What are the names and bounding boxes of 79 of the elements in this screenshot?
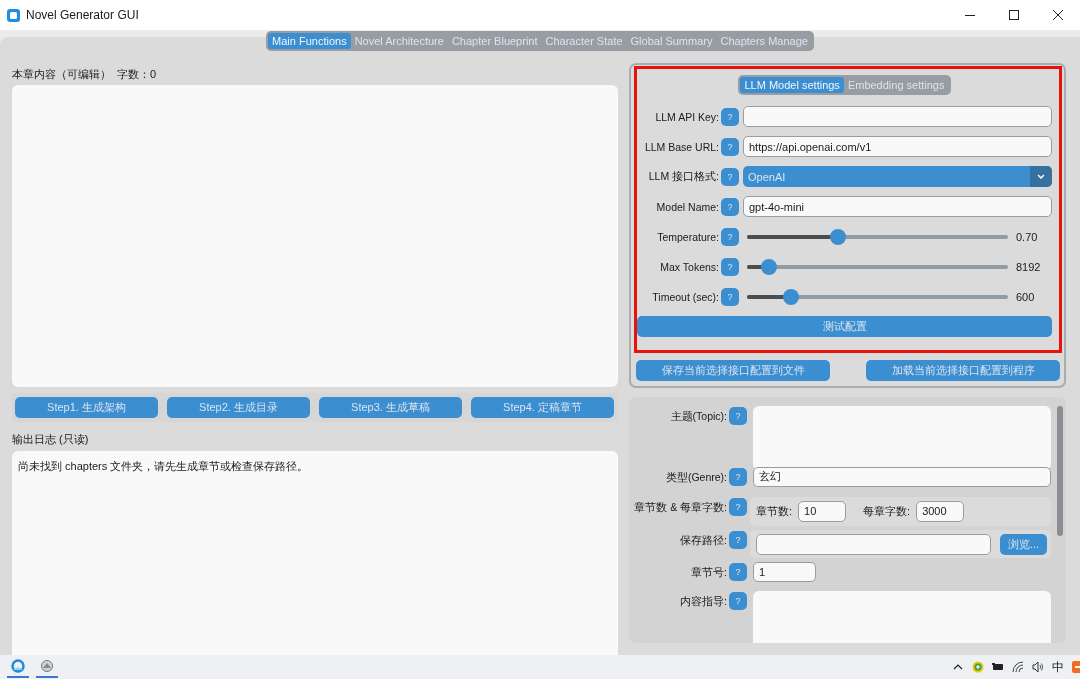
browse-button[interactable]: 浏览... <box>1000 533 1047 555</box>
text-field[interactable]: 1 <box>753 562 816 583</box>
slider[interactable] <box>747 228 1008 245</box>
step-button[interactable]: Step1. 生成架构 <box>15 397 158 418</box>
slider-value: 600 <box>1016 290 1036 303</box>
field-label: Model Name: <box>655 200 719 213</box>
field-label: 章节号: <box>690 565 727 581</box>
field-label: Timeout (sec): <box>651 290 719 303</box>
slider-value: 0.70 <box>1016 230 1039 243</box>
battery-icon[interactable] <box>992 661 1004 673</box>
field-label: LLM Base URL: <box>643 140 719 153</box>
volume-icon[interactable] <box>1032 661 1044 673</box>
path-field[interactable] <box>756 533 991 555</box>
field-label: 主题(Topic): <box>669 409 727 424</box>
help-button[interactable]: ? <box>721 257 739 276</box>
log-message: 尚未找到 chapters 文件夹，请先生成章节或检查保存路径。 <box>18 460 309 472</box>
field-label: 内容指导: <box>679 594 727 610</box>
field-label: 类型(Genre): <box>664 469 727 485</box>
help-button[interactable]: ? <box>729 592 747 611</box>
field-label: Temperature: <box>656 230 719 243</box>
field-label: 每章字数: <box>863 503 911 519</box>
tab[interactable]: Chapters Manage <box>716 33 812 49</box>
app-circle-icon[interactable] <box>11 659 25 673</box>
text-field[interactable] <box>743 106 1052 127</box>
field-label: 章节数: <box>756 503 793 519</box>
help-button[interactable]: ? <box>729 467 747 486</box>
tab[interactable]: Embedding settings <box>843 77 949 93</box>
slider-thumb[interactable] <box>783 288 800 305</box>
help-button[interactable]: ? <box>721 137 739 156</box>
maximize-icon[interactable] <box>1009 10 1019 20</box>
help-button[interactable]: ? <box>721 107 739 126</box>
tab[interactable]: Chapter Blueprint <box>447 33 542 49</box>
help-button[interactable]: ? <box>721 167 739 186</box>
field-label: 保存路径: <box>679 533 727 549</box>
text-field[interactable]: gpt-4o-mini <box>743 196 1052 217</box>
text-field[interactable]: https://api.openai.com/v1 <box>743 136 1052 157</box>
field-label: LLM 接口格式: <box>647 169 719 184</box>
editor-label: 本章内容（可编辑） 字数：0 <box>12 67 158 81</box>
tab[interactable]: LLM Model settings <box>740 77 844 93</box>
tab[interactable]: Global Summary <box>626 33 717 49</box>
help-button[interactable]: ? <box>729 563 747 582</box>
dropdown[interactable]: OpenAI <box>743 166 1052 187</box>
app-globe-icon[interactable] <box>40 659 54 673</box>
slider[interactable] <box>747 258 1008 275</box>
field-label: Max Tokens: <box>659 260 719 273</box>
slider-thumb[interactable] <box>761 258 778 275</box>
tab[interactable]: Main Functions <box>268 33 351 49</box>
chevron-down-icon <box>1037 174 1045 179</box>
config-action-button[interactable]: 加载当前选择接口配置到程序 <box>866 360 1060 381</box>
scrollbar-thumb[interactable] <box>1057 406 1063 536</box>
config-action-button[interactable]: 保存当前选择接口配置到文件 <box>636 360 830 381</box>
slider-value: 8192 <box>1016 260 1042 273</box>
app-icon <box>7 8 20 22</box>
close-icon[interactable] <box>1053 10 1063 20</box>
field-label: 章节数 & 每章字数: <box>633 499 727 515</box>
help-button[interactable]: ? <box>729 531 747 550</box>
help-button[interactable]: ? <box>729 497 747 516</box>
tab[interactable]: Novel Architecture <box>350 33 448 49</box>
wifi-icon[interactable] <box>1012 661 1024 673</box>
field-label: LLM API Key: <box>654 110 719 123</box>
number-field[interactable]: 3000 <box>916 500 965 522</box>
help-button[interactable]: ? <box>729 407 747 425</box>
slider-thumb[interactable] <box>830 228 847 245</box>
tab[interactable]: Character State <box>541 33 627 49</box>
step-button[interactable]: Step3. 生成草稿 <box>319 397 462 418</box>
plus-circle-icon[interactable] <box>972 661 984 673</box>
help-button[interactable]: ? <box>721 227 739 246</box>
log-text-area[interactable]: 尚未找到 chapters 文件夹，请先生成章节或检查保存路径。 <box>12 451 618 655</box>
step-button[interactable]: Step2. 生成目录 <box>167 397 310 418</box>
slider[interactable] <box>747 288 1008 305</box>
text-field[interactable]: 玄幻 <box>753 466 1051 487</box>
test-config-button[interactable]: 测试配置 <box>637 316 1052 337</box>
help-button[interactable]: ? <box>721 197 739 216</box>
step-button[interactable]: Step4. 定稿章节 <box>471 397 614 418</box>
window-title: Novel Generator GUI <box>26 8 139 22</box>
input-method-indicator[interactable]: 中 <box>1052 658 1064 676</box>
help-button[interactable]: ? <box>721 287 739 306</box>
log-label: 输出日志 (只读) <box>12 433 90 446</box>
number-field[interactable]: 10 <box>798 500 847 522</box>
